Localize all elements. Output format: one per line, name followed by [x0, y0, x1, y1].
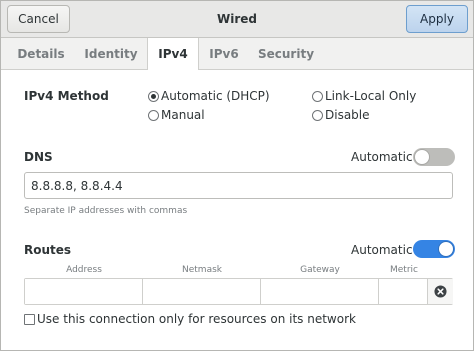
column-address: Address: [66, 265, 102, 275]
radio-link-local-only[interactable]: Link-Local Only: [312, 89, 416, 103]
routes-label: Routes: [24, 243, 72, 257]
radio-unchecked-icon[interactable]: [312, 90, 323, 102]
tab-security[interactable]: Security: [251, 38, 321, 69]
dns-label: DNS: [24, 150, 53, 164]
ipv4-method-label: IPv4 Method: [24, 89, 109, 103]
dns-automatic-label: Automatic: [351, 150, 413, 164]
apply-button[interactable]: Apply: [406, 5, 468, 33]
radio-label: Automatic (DHCP): [161, 89, 270, 103]
radio-disable[interactable]: Disable: [312, 108, 370, 122]
route-metric-input[interactable]: [379, 279, 428, 304]
tab-ipv4[interactable]: IPv4: [147, 38, 199, 70]
connection-dialog: Cancel Wired Apply Details Identity IPv4…: [0, 0, 474, 351]
header-bar: Cancel Wired Apply: [1, 1, 473, 38]
radio-label: Disable: [325, 108, 370, 122]
route-netmask-input[interactable]: [143, 279, 261, 304]
route-gateway-input[interactable]: [261, 279, 379, 304]
radio-checked-icon[interactable]: [148, 90, 159, 102]
routes-automatic-label: Automatic: [351, 243, 413, 257]
dns-hint: Separate IP addresses with commas: [24, 206, 188, 216]
dns-automatic-switch[interactable]: [413, 148, 455, 166]
column-metric: Metric: [390, 265, 418, 275]
switch-knob: [414, 149, 430, 165]
checkbox-unchecked-icon[interactable]: [24, 313, 35, 325]
routes-automatic-switch[interactable]: [413, 240, 455, 258]
radio-automatic-dhcp[interactable]: Automatic (DHCP): [148, 89, 270, 103]
tab-details[interactable]: Details: [7, 38, 75, 69]
route-row: [24, 278, 453, 305]
radio-unchecked-icon[interactable]: [312, 109, 323, 121]
tab-bar: Details Identity IPv4 IPv6 Security: [1, 38, 473, 70]
radio-label: Manual: [161, 108, 205, 122]
only-local-resources-checkbox[interactable]: Use this connection only for resources o…: [24, 312, 356, 326]
column-gateway: Gateway: [300, 265, 340, 275]
radio-unchecked-icon[interactable]: [148, 109, 159, 121]
radio-manual[interactable]: Manual: [148, 108, 205, 122]
delete-circle-icon: [434, 285, 447, 298]
delete-route-button[interactable]: [428, 279, 453, 304]
tab-ipv6[interactable]: IPv6: [201, 38, 247, 69]
dialog-title: Wired: [217, 12, 257, 26]
column-netmask: Netmask: [182, 265, 222, 275]
route-address-input[interactable]: [25, 279, 143, 304]
tab-identity[interactable]: Identity: [77, 38, 145, 69]
radio-label: Link-Local Only: [325, 89, 417, 103]
switch-knob: [438, 241, 454, 257]
checkbox-label: Use this connection only for resources o…: [37, 312, 356, 326]
dns-input[interactable]: [24, 172, 453, 199]
